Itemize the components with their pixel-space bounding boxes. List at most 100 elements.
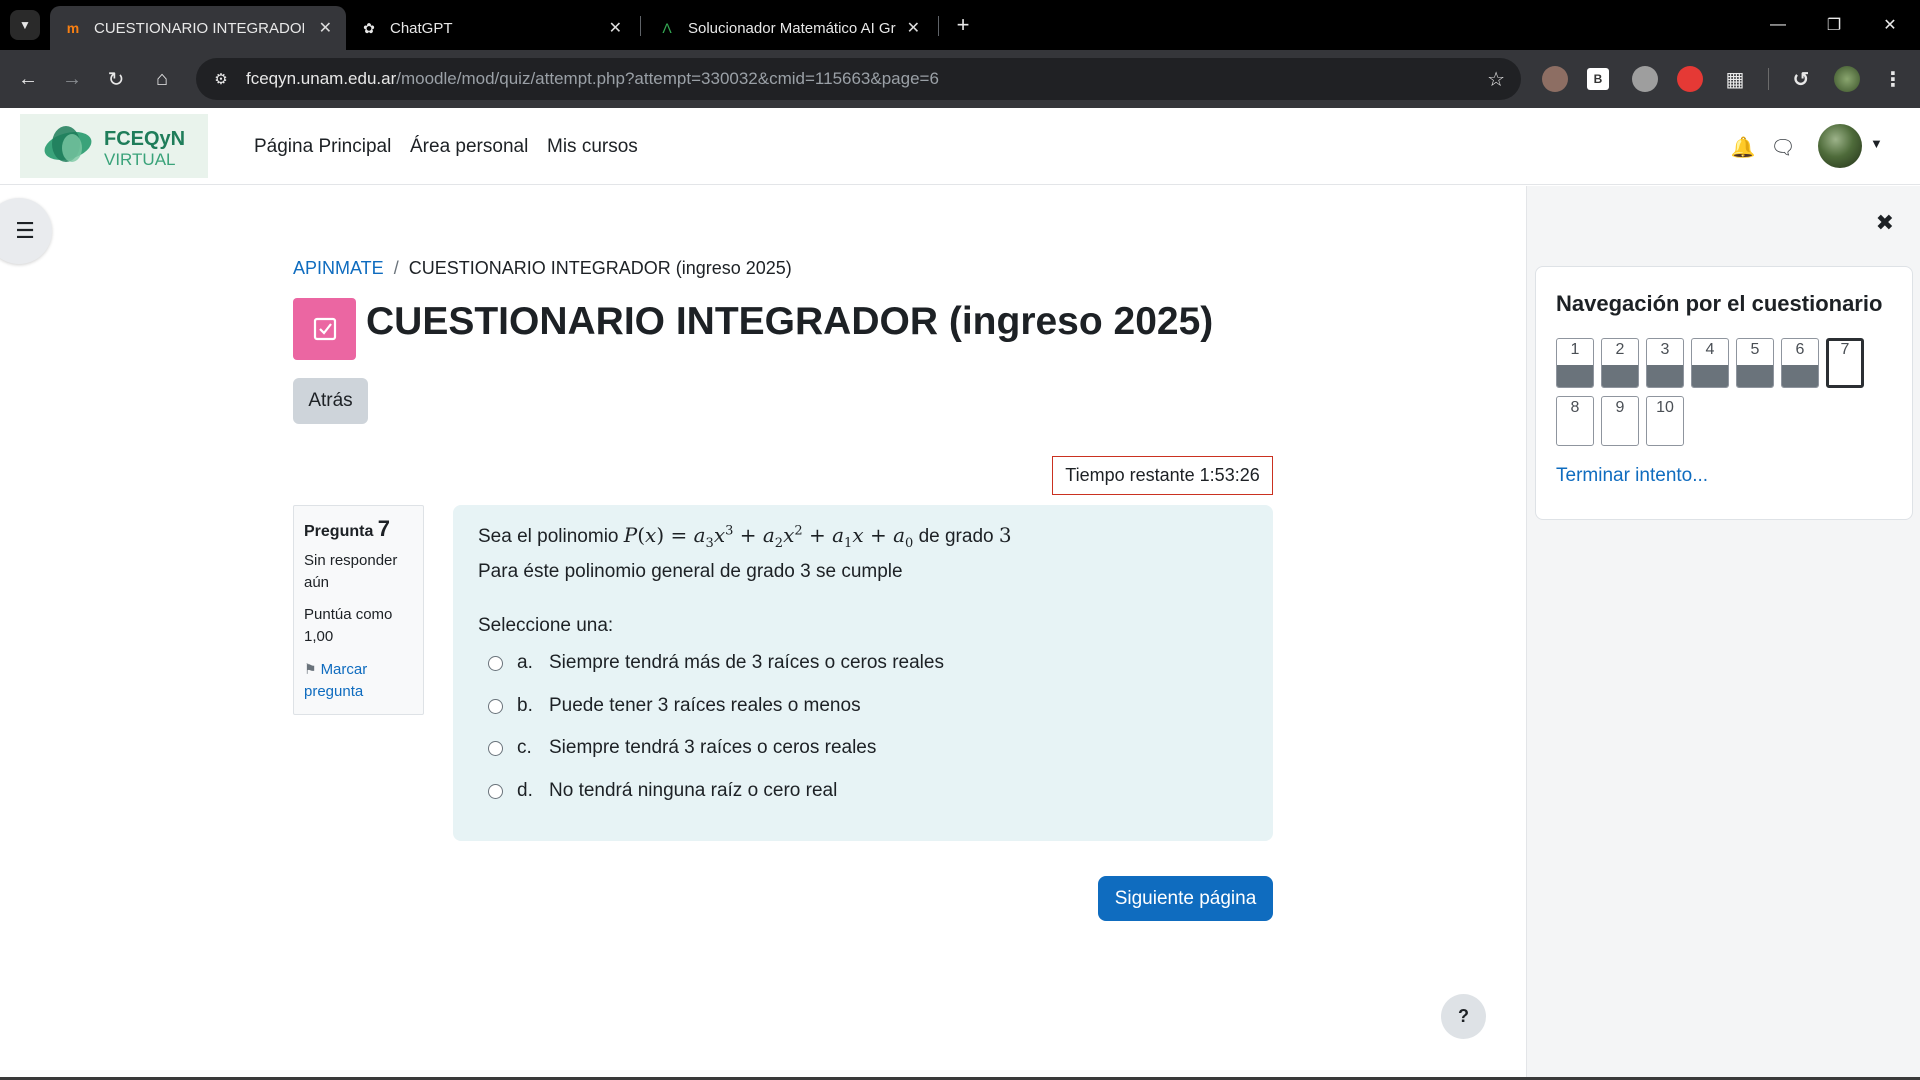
bell-icon[interactable]: 🔔 [1730,134,1756,160]
quiz-nav-button-9[interactable]: 9 [1601,396,1639,446]
sync-icon[interactable]: ↺ [1788,66,1814,92]
flag-icon: ⚑ [304,661,317,677]
forward-arrow-icon[interactable]: → [56,63,88,95]
user-avatar[interactable] [1818,124,1862,168]
tab-divider [640,16,641,36]
answer-option-d[interactable]: d. No tendrá ninguna raíz o cero real [488,777,837,805]
answer-prompt: Seleccione una: [478,615,614,636]
site-navbar: FCEQyN VIRTUAL Página Principal Área per… [0,108,1920,185]
chatgpt-icon: ✿ [363,19,375,36]
breadcrumb-current: CUESTIONARIO INTEGRADOR (ingreso 2025) [408,258,792,278]
radio-button[interactable] [488,698,503,714]
polynomial-formula: P(x) = a3x3 + a2x2 + a1x + a0 [623,523,914,551]
quiz-nav-button-8[interactable]: 8 [1556,396,1594,446]
answered-fill [1782,365,1818,387]
answered-fill [1602,365,1638,387]
quiz-nav-button-2[interactable]: 2 [1601,338,1639,388]
question-text-2: Para éste polinomio general de grado 3 s… [478,561,903,582]
close-icon[interactable]: ✕ [319,18,332,38]
tab-mathsolver[interactable]: Λ Solucionador Matemático AI Gr ✕ [644,6,934,50]
quiz-nav-button-6[interactable]: 6 [1781,338,1819,388]
breadcrumb-course-link[interactable]: APINMATE [293,258,384,278]
nav-home-link[interactable]: Página Principal [254,136,391,158]
site-logo[interactable]: FCEQyN VIRTUAL [20,114,208,178]
quiz-nav-button-5[interactable]: 5 [1736,338,1774,388]
quiz-nav-button-7[interactable]: 7 [1826,338,1864,388]
next-page-button[interactable]: Siguiente página [1098,876,1273,921]
finish-attempt-link[interactable]: Terminar intento... [1556,465,1708,487]
nav-dashboard-link[interactable]: Área personal [410,136,528,158]
reload-icon[interactable]: ↻ [100,63,132,95]
window-close-icon[interactable]: ✕ [1862,0,1918,50]
course-index-toggle[interactable]: ☰ [0,198,52,264]
site-info-icon[interactable]: ⚙ [210,68,232,90]
close-icon[interactable]: ✕ [907,18,920,38]
time-remaining: Tiempo restante 1:53:26 [1052,456,1273,495]
extension-icon-3[interactable] [1632,66,1658,92]
quiz-activity-icon [293,298,356,360]
browser-tab-bar: ▼ m CUESTIONARIO INTEGRADOR (i ✕ ✿ ChatG… [0,0,1920,50]
radio-button[interactable] [488,783,503,799]
timer-label: Tiempo restante [1065,465,1195,485]
puzzle-icon[interactable]: ▦ [1722,66,1748,92]
answered-fill [1692,365,1728,387]
moodle-icon: m [66,20,80,36]
tab-search-icon[interactable]: ▼ [10,10,40,40]
quiz-navigation-block: Navegación por el cuestionario 1 2 3 4 5… [1535,266,1913,520]
quiz-nav-button-4[interactable]: 4 [1691,338,1729,388]
more-menu-icon[interactable]: ⋮ [1880,66,1906,92]
close-icon[interactable]: ✕ [609,18,622,38]
answer-option-b[interactable]: b. Puede tener 3 raíces reales o menos [488,692,861,720]
quiz-navigation-title: Navegación por el cuestionario [1556,291,1883,316]
answered-fill [1737,365,1773,387]
checkbox-icon [313,317,336,341]
chat-bubble-icon[interactable]: 🗨 [1770,134,1796,160]
extension-icon-1[interactable] [1542,66,1568,92]
toolbar-divider [1768,68,1769,90]
breadcrumb-separator: / [393,258,399,278]
help-button[interactable]: ? [1441,994,1486,1039]
tab-title: Solucionador Matemático AI Gr [688,19,896,37]
new-tab-icon[interactable]: + [948,10,978,40]
answer-option-a[interactable]: a. Siempre tendrá más de 3 raíces o cero… [488,649,944,677]
back-arrow-icon[interactable]: ← [12,63,44,95]
extension-icon-b[interactable]: B [1587,68,1609,90]
minimize-icon[interactable]: — [1750,0,1806,50]
question-info: Pregunta 7 Sin responder aún Puntúa como… [293,505,424,715]
chevron-down-icon[interactable]: ▼ [1870,136,1883,151]
logo-mark-icon [44,126,92,162]
tab-title: ChatGPT [390,19,453,37]
question-content: Sea el polinomio P(x) = a3x3 + a2x2 + a1… [453,505,1273,841]
list-icon: ☰ [15,218,35,243]
tab-quiz[interactable]: m CUESTIONARIO INTEGRADOR (i ✕ [50,6,346,50]
extension-icon-4[interactable] [1677,66,1703,92]
url-text[interactable]: fceqyn.unam.edu.ar/moodle/mod/quiz/attem… [246,69,939,89]
quiz-navigation-drawer: ✖ Navegación por el cuestionario 1 2 3 4… [1526,186,1920,1080]
quiz-nav-button-3[interactable]: 3 [1646,338,1684,388]
quiz-nav-button-1[interactable]: 1 [1556,338,1594,388]
radio-button[interactable] [488,740,503,756]
tab-title: CUESTIONARIO INTEGRADOR (i [94,19,304,37]
quiz-nav-button-10[interactable]: 10 [1646,396,1684,446]
timer-value: 1:53:26 [1199,465,1260,485]
mathsolver-icon: Λ [662,20,672,36]
home-icon[interactable]: ⌂ [146,63,178,95]
address-bar[interactable]: ⚙ fceqyn.unam.edu.ar/moodle/mod/quiz/att… [196,58,1521,100]
restore-icon[interactable]: ❐ [1806,0,1862,50]
logo-subtext: VIRTUAL [104,150,176,169]
answer-option-c[interactable]: c. Siempre tendrá 3 raíces o ceros reale… [488,734,876,762]
back-button[interactable]: Atrás [293,378,368,424]
breadcrumb: APINMATE / CUESTIONARIO INTEGRADOR (ingres… [293,258,792,279]
close-drawer-icon[interactable]: ✖ [1876,210,1894,236]
answered-fill [1557,365,1593,387]
nav-mycourses-link[interactable]: Mis cursos [547,136,638,158]
radio-button[interactable] [488,655,503,671]
profile-avatar[interactable] [1834,66,1860,92]
tab-divider [938,16,939,36]
flag-question-link[interactable]: ⚑ Marcar pregunta [304,658,413,703]
answered-fill [1647,365,1683,387]
page-title: CUESTIONARIO INTEGRADOR (ingreso 2025) [366,300,1214,343]
tab-chatgpt[interactable]: ✿ ChatGPT ✕ [346,6,636,50]
bookmark-star-icon[interactable]: ☆ [1487,67,1505,92]
question-text: Sea el polinomio P(x) = a3x3 + a2x2 + a1… [478,523,1012,551]
